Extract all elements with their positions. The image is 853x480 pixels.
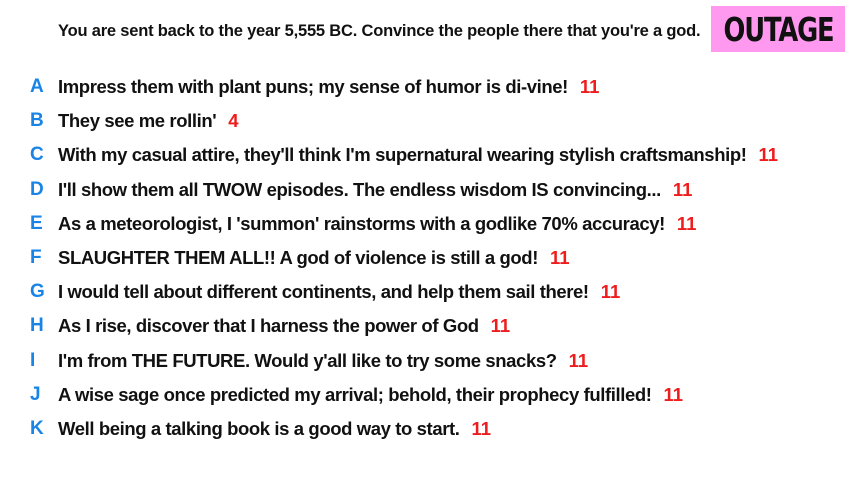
response-letter: I xyxy=(30,349,36,371)
response-text: A wise sage once predicted my arrival; b… xyxy=(58,383,652,405)
response-text: They see me rollin' xyxy=(58,110,217,132)
response-text: I would tell about different continents,… xyxy=(58,281,589,303)
response-text: Well being a talking book is a good way … xyxy=(58,417,460,439)
response-count: 11 xyxy=(672,178,693,200)
outage-badge: OUTAGE xyxy=(711,6,845,52)
response-row-d: D I'll show them all TWOW episodes. The … xyxy=(0,173,853,207)
response-row-e: E As a meteorologist, I 'summon' rainsto… xyxy=(0,207,853,241)
response-letter: G xyxy=(30,281,45,303)
response-row-c: C With my casual attire, they'll think I… xyxy=(0,138,853,172)
response-count: 11 xyxy=(579,76,600,98)
response-row-f: F SLAUGHTER THEM ALL!! A god of violence… xyxy=(0,241,853,275)
response-count: 11 xyxy=(568,349,589,371)
response-row-i: I I'm from THE FUTURE. Would y'all like … xyxy=(0,344,853,378)
response-text: SLAUGHTER THEM ALL!! A god of violence i… xyxy=(58,247,538,269)
response-letter: D xyxy=(30,178,44,200)
response-list: A Impress them with plant puns; my sense… xyxy=(0,70,853,446)
response-letter: E xyxy=(30,212,43,234)
prompt-text: You are sent back to the year 5,555 BC. … xyxy=(58,22,701,40)
response-text: I'll show them all TWOW episodes. The en… xyxy=(58,178,661,200)
response-count: 11 xyxy=(549,247,570,269)
response-count: 4 xyxy=(228,110,239,132)
response-text: As I rise, discover that I harness the p… xyxy=(58,315,479,337)
response-text: Impress them with plant puns; my sense o… xyxy=(58,76,568,98)
response-count: 11 xyxy=(758,144,779,166)
response-row-g: G I would tell about different continent… xyxy=(0,275,853,309)
response-row-k: K Well being a talking book is a good wa… xyxy=(0,412,853,446)
response-count: 11 xyxy=(471,417,492,439)
response-letter: A xyxy=(30,76,44,98)
response-letter: J xyxy=(30,383,41,405)
response-letter: K xyxy=(30,417,44,439)
response-row-b: B They see me rollin' 4 xyxy=(0,104,853,138)
badge-label: OUTAGE xyxy=(723,9,834,49)
response-count: 11 xyxy=(490,315,511,337)
response-row-j: J A wise sage once predicted my arrival;… xyxy=(0,378,853,412)
response-text: With my casual attire, they'll think I'm… xyxy=(58,144,747,166)
response-count: 11 xyxy=(600,281,621,303)
response-letter: C xyxy=(30,144,44,166)
response-letter: F xyxy=(30,247,42,269)
response-text: As a meteorologist, I 'summon' rainstorm… xyxy=(58,212,665,234)
response-count: 11 xyxy=(663,383,684,405)
response-row-h: H As I rise, discover that I harness the… xyxy=(0,309,853,343)
response-count: 11 xyxy=(676,212,697,234)
response-letter: H xyxy=(30,315,44,337)
response-text: I'm from THE FUTURE. Would y'all like to… xyxy=(58,349,557,371)
response-letter: B xyxy=(30,110,44,132)
response-row-a: A Impress them with plant puns; my sense… xyxy=(0,70,853,104)
